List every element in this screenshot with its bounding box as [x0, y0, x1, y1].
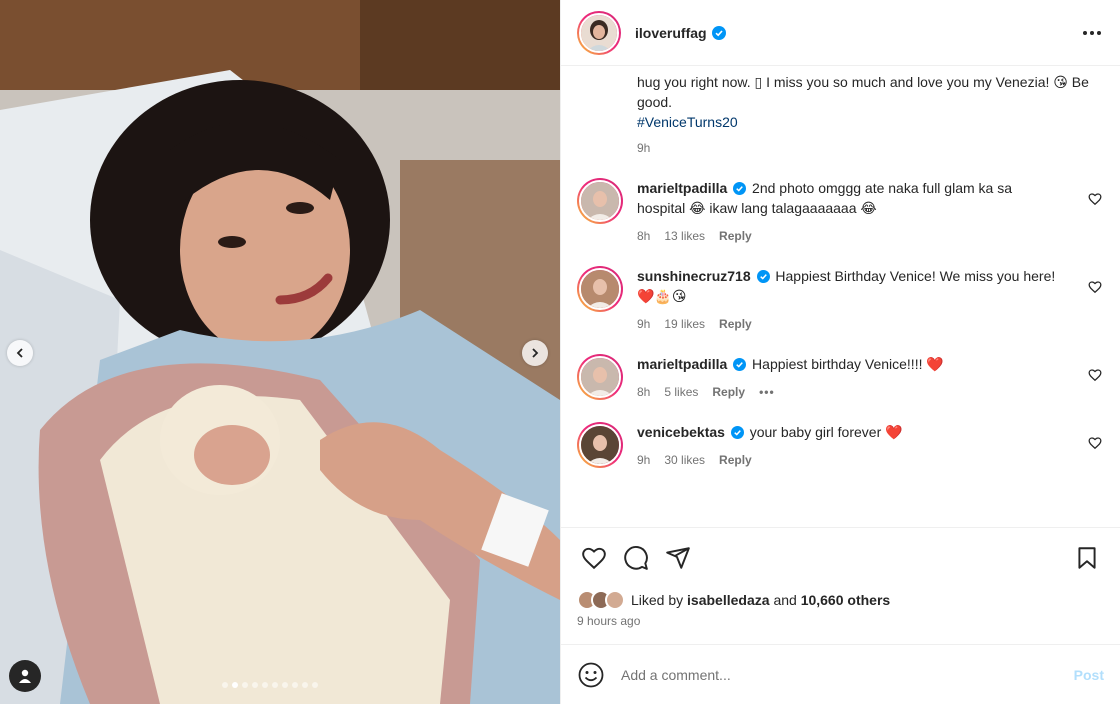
comment-time[interactable]: 9h — [637, 450, 650, 470]
commenter-avatar-image — [581, 270, 619, 308]
comment-time[interactable]: 8h — [637, 226, 650, 246]
caption-text: hug you right now. ▯ I miss you so much … — [637, 74, 1089, 110]
verified-badge-icon — [733, 358, 747, 371]
comment-time[interactable]: 8h — [637, 382, 650, 402]
save-button[interactable] — [1070, 541, 1104, 575]
comment-item: marieltpadilla Happiest birthday Venice!… — [577, 354, 1104, 402]
heart-icon — [1088, 193, 1102, 206]
reply-button[interactable]: Reply — [719, 450, 752, 470]
heart-icon — [1088, 281, 1102, 294]
liked-by-prefix: Liked by — [631, 592, 684, 608]
commenter-avatar[interactable] — [577, 354, 623, 400]
post-caption: hug you right now. ▯ I miss you so much … — [577, 66, 1104, 158]
commenter-avatar-image — [581, 182, 619, 220]
like-comment-button[interactable] — [1088, 436, 1102, 450]
carousel-dot — [222, 682, 228, 688]
liker-avatars — [577, 590, 625, 610]
commenter-avatar[interactable] — [577, 266, 623, 312]
more-options-icon[interactable] — [1080, 21, 1104, 45]
carousel-dot — [272, 682, 278, 688]
author-username[interactable]: iloveruffag — [635, 25, 707, 41]
reply-button[interactable]: Reply — [719, 314, 752, 334]
comment-time[interactable]: 9h — [637, 314, 650, 334]
carousel-dot — [262, 682, 268, 688]
comment-more-button[interactable]: ••• — [759, 382, 775, 402]
comment-input[interactable] — [621, 666, 1074, 683]
add-comment-bar: Post — [561, 644, 1120, 704]
liked-by-others[interactable]: 10,660 others — [801, 592, 891, 608]
verified-badge-icon — [711, 25, 726, 40]
caption-time: 9h — [637, 141, 651, 155]
reply-button[interactable]: Reply — [712, 382, 745, 402]
liked-by-and: and — [773, 592, 797, 608]
like-comment-button[interactable] — [1088, 280, 1102, 294]
commenter-avatar-image — [581, 426, 619, 464]
post-comment-button[interactable]: Post — [1074, 667, 1104, 683]
post-actions: Liked by isabelledaza and 10,660 others … — [561, 527, 1120, 628]
tagged-users-button[interactable] — [9, 660, 41, 692]
like-button[interactable] — [577, 541, 611, 575]
carousel-dot — [312, 682, 318, 688]
likes-summary[interactable]: Liked by isabelledaza and 10,660 others — [577, 590, 1104, 610]
chevron-left-icon — [16, 348, 23, 358]
like-comment-button[interactable] — [1088, 368, 1102, 382]
bookmark-icon — [1078, 547, 1096, 569]
carousel-dot — [242, 682, 248, 688]
chevron-right-icon — [532, 348, 539, 358]
author-avatar-image — [581, 14, 617, 51]
action-bar — [577, 536, 1104, 580]
comment-bubble-icon — [624, 546, 648, 570]
commenter-avatar[interactable] — [577, 178, 623, 224]
carousel-dot — [252, 682, 258, 688]
reply-button[interactable]: Reply — [719, 226, 752, 246]
instagram-post-view: iloveruffag hug you right now. ▯ I miss … — [0, 0, 1120, 704]
paper-plane-icon — [666, 547, 690, 569]
next-photo-button[interactable] — [522, 340, 548, 366]
commenter-username[interactable]: marieltpadilla — [637, 356, 727, 372]
author-avatar[interactable] — [577, 10, 621, 55]
post-side-panel: iloveruffag hug you right now. ▯ I miss … — [560, 0, 1120, 704]
carousel-dot — [232, 682, 238, 688]
comment-likes[interactable]: 5 likes — [664, 382, 698, 402]
comments-list[interactable]: hug you right now. ▯ I miss you so much … — [561, 66, 1120, 527]
comment-likes[interactable]: 13 likes — [664, 226, 705, 246]
comment-button[interactable] — [619, 541, 653, 575]
heart-icon — [1088, 437, 1102, 450]
comment-item: sunshinecruz718 Happiest Birthday Venice… — [577, 266, 1104, 334]
emoji-icon[interactable] — [577, 661, 605, 689]
carousel-indicator — [222, 682, 318, 688]
commenter-username[interactable]: marieltpadilla — [637, 180, 727, 196]
post-photo[interactable] — [0, 0, 560, 704]
comment-text: your baby girl forever ❤️ — [749, 424, 903, 440]
liker-avatar — [605, 590, 625, 610]
liked-by-user[interactable]: isabelledaza — [687, 592, 770, 608]
hospital-photo — [0, 0, 560, 704]
commenter-username[interactable]: venicebektas — [637, 424, 725, 440]
commenter-username[interactable]: sunshinecruz718 — [637, 268, 751, 284]
commenter-avatar-image — [581, 358, 619, 396]
carousel-dot — [302, 682, 308, 688]
previous-photo-button[interactable] — [7, 340, 33, 366]
comment-text: Happiest birthday Venice!!!! ❤️ — [752, 356, 944, 372]
comment-threads: marieltpadilla 2nd photo omggg ate naka … — [577, 178, 1104, 470]
caption-hashtag[interactable]: #VeniceTurns20 — [637, 112, 1104, 132]
carousel-dot — [282, 682, 288, 688]
like-comment-button[interactable] — [1088, 192, 1102, 206]
verified-badge-icon — [733, 182, 747, 195]
heart-icon — [1088, 369, 1102, 382]
verified-badge-icon — [730, 426, 744, 439]
comment-item: venicebektas your baby girl forever ❤️ 9… — [577, 422, 1104, 470]
comment-item: marieltpadilla 2nd photo omggg ate naka … — [577, 178, 1104, 246]
verified-badge-icon — [756, 270, 770, 283]
heart-icon — [582, 547, 606, 570]
post-time[interactable]: 9 hours ago — [577, 614, 1104, 628]
commenter-avatar[interactable] — [577, 422, 623, 468]
post-header: iloveruffag — [561, 0, 1120, 66]
share-button[interactable] — [661, 541, 695, 575]
user-icon — [19, 669, 31, 683]
comment-likes[interactable]: 19 likes — [664, 314, 705, 334]
comment-likes[interactable]: 30 likes — [664, 450, 705, 470]
carousel-dot — [292, 682, 298, 688]
